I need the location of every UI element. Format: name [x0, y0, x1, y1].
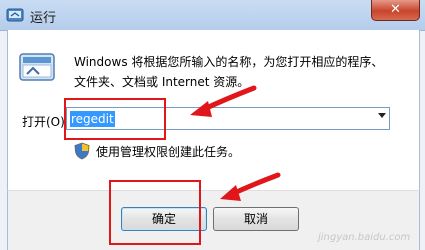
window-title: 运行: [30, 11, 57, 26]
highlight-box-ok: [109, 180, 201, 245]
open-field-label: 打开(O):: [22, 115, 69, 129]
admin-privilege-note: 使用管理权限创建此任务。: [96, 145, 241, 159]
annotation-arrow-icon: [220, 172, 281, 201]
watermark: jingyan.baidu.com: [318, 232, 411, 243]
run-window-icon: [19, 53, 55, 81]
annotation-arrow-icon: [190, 85, 257, 117]
cancel-button[interactable]: 取消: [213, 207, 299, 231]
run-program-icon: [6, 8, 24, 22]
highlight-box-input: [64, 98, 166, 140]
close-button[interactable]: ✕: [371, 0, 420, 21]
shield-icon: [74, 142, 90, 160]
title-bar: 运行 ✕: [0, 0, 425, 31]
description-line-1: Windows 将根据您所输入的名称，为您打开相应的程序、: [74, 55, 384, 69]
dropdown-arrow-icon[interactable]: [378, 113, 386, 118]
